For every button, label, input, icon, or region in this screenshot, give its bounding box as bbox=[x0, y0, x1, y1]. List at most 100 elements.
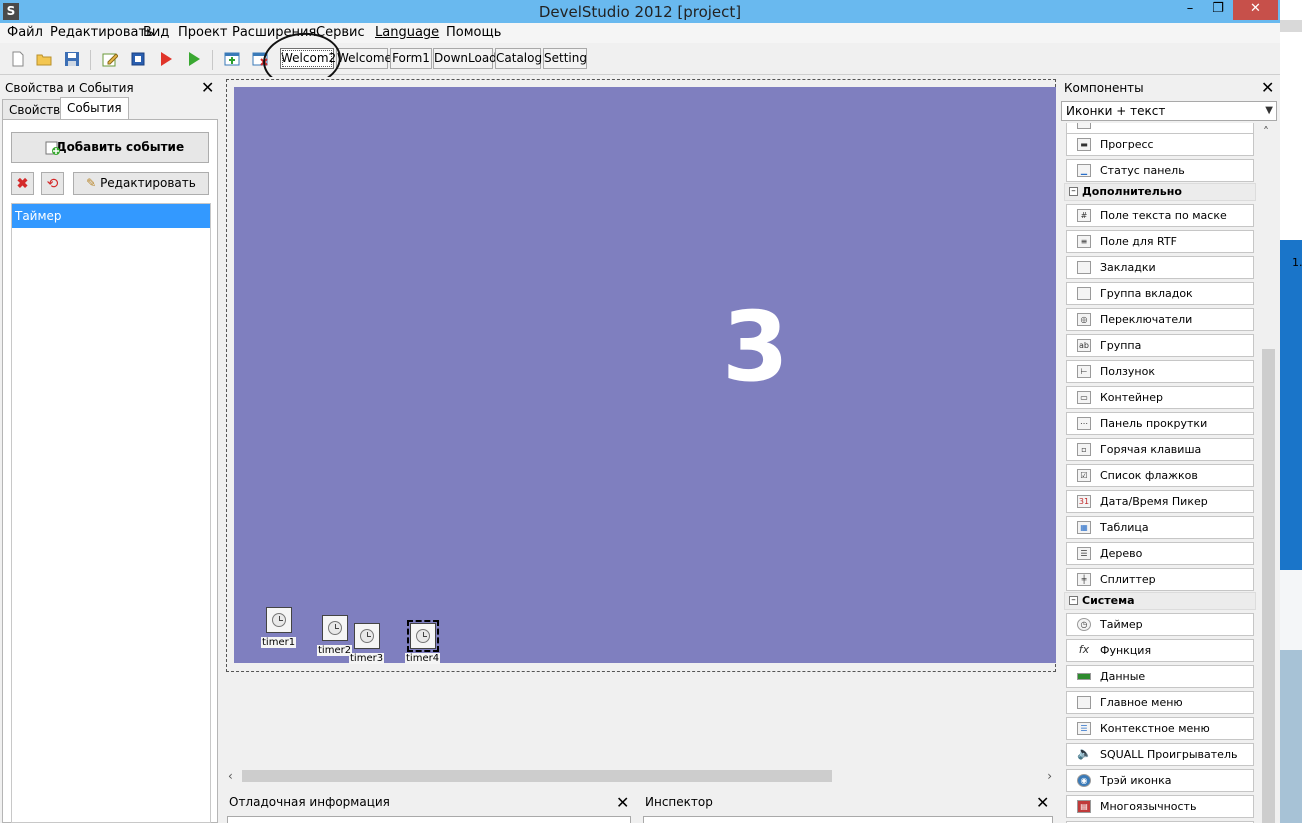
component-item[interactable]: Закладки bbox=[1066, 256, 1254, 279]
component-item[interactable]: ☰ Контекстное меню bbox=[1066, 717, 1254, 740]
maximize-button[interactable]: ❐ bbox=[1205, 0, 1231, 20]
form-tab-download[interactable]: DownLoad bbox=[433, 48, 497, 69]
component-item[interactable]: 31 Дата/Время Пикер bbox=[1066, 490, 1254, 513]
menu-file[interactable]: Файл bbox=[7, 25, 43, 40]
menu-language[interactable]: Language bbox=[375, 25, 439, 40]
components-list: ▬ Прогресс ▁ Статус панель – Дополнительно … bbox=[1064, 123, 1260, 823]
table-icon: ▦ bbox=[1077, 521, 1091, 534]
run-icon[interactable] bbox=[186, 51, 202, 67]
menu-help[interactable]: Помощь bbox=[446, 25, 501, 40]
component-item[interactable]: ╪ Сплиттер bbox=[1066, 568, 1254, 591]
components-vertical-scrollbar[interactable]: ˄ bbox=[1260, 123, 1277, 823]
save-icon[interactable] bbox=[64, 51, 80, 67]
component-item[interactable]: ≡ Поле для RTF bbox=[1066, 230, 1254, 253]
open-folder-icon[interactable] bbox=[36, 51, 52, 67]
close-button[interactable]: ✕ bbox=[1233, 0, 1278, 20]
form-tab-welcome[interactable]: Welcome bbox=[336, 48, 392, 69]
function-icon: fx bbox=[1078, 643, 1090, 656]
component-item[interactable]: ▬ Прогресс bbox=[1066, 133, 1254, 156]
component-icon bbox=[1077, 123, 1091, 129]
data-icon bbox=[1077, 673, 1091, 680]
close-components-icon[interactable]: ✕ bbox=[1261, 80, 1274, 96]
toolbar-separator bbox=[90, 50, 91, 70]
component-item[interactable]: ◷ Таймер bbox=[1066, 613, 1254, 636]
new-file-icon[interactable] bbox=[10, 51, 26, 67]
component-item[interactable]: 🔈 SQUALL Проигрыватель bbox=[1066, 743, 1254, 766]
timer-component[interactable] bbox=[354, 623, 380, 649]
component-item[interactable]: ◎ Переключатели bbox=[1066, 308, 1254, 331]
view-mode-select[interactable]: Иконки + текст ▼ bbox=[1061, 101, 1277, 121]
components-panel: Компоненты ✕ Иконки + текст ▼ ▬ Прогресс … bbox=[1059, 79, 1280, 823]
components-panel-title: Компоненты bbox=[1064, 81, 1144, 95]
component-item[interactable]: Главное меню bbox=[1066, 691, 1254, 714]
timer-component-selected[interactable] bbox=[407, 620, 439, 652]
menu-edit[interactable]: Редактировать bbox=[50, 25, 154, 40]
desktop-background bbox=[1280, 0, 1302, 823]
close-debug-icon[interactable]: ✕ bbox=[616, 793, 629, 812]
scroll-thumb[interactable] bbox=[1262, 349, 1275, 823]
component-item[interactable]: ▦ Таблица bbox=[1066, 516, 1254, 539]
event-list[interactable]: Таймер bbox=[11, 203, 211, 823]
scroll-left-icon[interactable]: ‹ bbox=[228, 768, 233, 784]
component-item[interactable]: ☑ Список флажков bbox=[1066, 464, 1254, 487]
component-item[interactable]: ⊢ Ползунок bbox=[1066, 360, 1254, 383]
form-tab-catalog[interactable]: Catalog bbox=[495, 48, 542, 69]
scroll-thumb[interactable] bbox=[242, 770, 832, 782]
add-form-icon[interactable] bbox=[224, 51, 240, 67]
minimize-button[interactable]: – bbox=[1177, 0, 1203, 20]
menu-view[interactable]: Вид bbox=[143, 25, 169, 40]
menu-bar: Файл Редактировать Вид Проект Расширения… bbox=[0, 23, 1280, 43]
close-inspector-icon[interactable]: ✕ bbox=[1036, 793, 1049, 812]
add-event-label: Добавить событие bbox=[55, 140, 185, 154]
title-bar: S DevelStudio 2012 [project] – ❐ ✕ bbox=[0, 0, 1280, 23]
menu-project[interactable]: Проект bbox=[178, 25, 227, 40]
form-label-number[interactable]: 3 bbox=[722, 291, 789, 403]
category-system[interactable]: – Система bbox=[1064, 592, 1256, 610]
component-item[interactable]: Группа вкладок bbox=[1066, 282, 1254, 305]
component-item[interactable]: ▫ Горячая клавиша bbox=[1066, 438, 1254, 461]
tray-icon: ◉ bbox=[1077, 774, 1091, 787]
run-debug-icon[interactable] bbox=[158, 51, 174, 67]
component-item[interactable]: fx Функция bbox=[1066, 639, 1254, 662]
component-item[interactable]: ◉ Трэй иконка bbox=[1066, 769, 1254, 792]
component-item[interactable]: ab Группа bbox=[1066, 334, 1254, 357]
timer-component[interactable] bbox=[322, 615, 348, 641]
delete-event-button[interactable]: ✖ bbox=[11, 172, 34, 195]
edit-form-icon[interactable] bbox=[102, 51, 118, 67]
inspector-output[interactable] bbox=[643, 816, 1053, 823]
form-tab-setting[interactable]: Setting bbox=[543, 48, 587, 69]
tab-events[interactable]: События bbox=[60, 97, 129, 120]
add-event-icon bbox=[45, 141, 60, 155]
edit-label: Редактировать bbox=[100, 176, 196, 190]
stop-icon[interactable] bbox=[130, 51, 146, 67]
designer-horizontal-scrollbar[interactable]: ‹ › bbox=[224, 768, 1056, 785]
add-event-button[interactable]: Добавить событие bbox=[11, 132, 209, 163]
component-item[interactable]: # Поле текста по маске bbox=[1066, 204, 1254, 227]
component-item[interactable]: ☰ Дерево bbox=[1066, 542, 1254, 565]
toolbar-separator bbox=[212, 50, 213, 70]
change-event-button[interactable]: ⟲ bbox=[41, 172, 64, 195]
checklist-icon: ☑ bbox=[1077, 469, 1091, 482]
edit-event-button[interactable]: ✎ Редактировать bbox=[73, 172, 209, 195]
debug-output[interactable] bbox=[227, 816, 631, 823]
main-menu-icon bbox=[1077, 696, 1091, 709]
scroll-up-icon[interactable]: ˄ bbox=[1263, 125, 1269, 139]
timer-icon: ◷ bbox=[1077, 618, 1091, 631]
form-tab-form1[interactable]: Form1 bbox=[390, 48, 432, 69]
component-item[interactable]: ⋯ Панель прокрутки bbox=[1066, 412, 1254, 435]
form-canvas[interactable]: 3 timer1 timer2 timer3 timer4 bbox=[234, 87, 1056, 664]
component-item[interactable]: Данные bbox=[1066, 665, 1254, 688]
events-tab-body: Добавить событие ✖ ⟲ ✎ Редактировать Тай… bbox=[2, 119, 218, 823]
timer-component[interactable] bbox=[266, 607, 292, 633]
component-item[interactable]: ▭ Контейнер bbox=[1066, 386, 1254, 409]
close-panel-icon[interactable]: ✕ bbox=[201, 80, 214, 96]
scroll-right-icon[interactable]: › bbox=[1047, 768, 1052, 784]
component-item[interactable]: ▁ Статус панель bbox=[1066, 159, 1254, 182]
list-item[interactable]: Таймер bbox=[12, 204, 210, 228]
clock-icon bbox=[272, 613, 286, 627]
timer-label: timer1 bbox=[261, 637, 297, 648]
timer-label: timer4 bbox=[405, 653, 441, 664]
category-additional[interactable]: – Дополнительно bbox=[1064, 183, 1256, 201]
component-item[interactable]: ▤ Многоязычность bbox=[1066, 795, 1254, 818]
multilanguage-icon: ▤ bbox=[1077, 800, 1091, 813]
